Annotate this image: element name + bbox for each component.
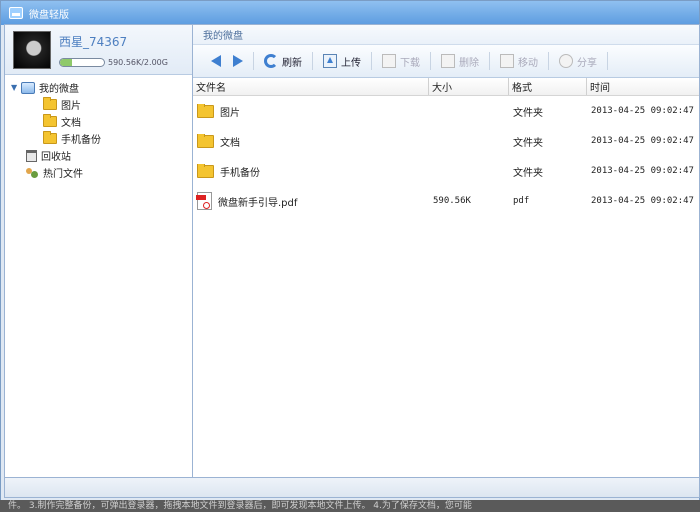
pdf-icon (196, 192, 212, 210)
upload-icon (323, 54, 337, 68)
tree-item-documents[interactable]: 文档 (7, 113, 190, 130)
folder-icon (197, 133, 214, 148)
window-title: 微盘轻版 (29, 9, 69, 21)
arrow-right-icon (233, 55, 243, 67)
quota-fill (60, 58, 73, 66)
share-icon (559, 54, 573, 68)
status-bar (4, 478, 700, 498)
app-logo-icon (9, 7, 23, 19)
left-panel: 西星_74367 590.56K/2.00G ▼ 我的微盘 图片 文档 手机备份… (4, 24, 192, 478)
breadcrumb: 我的微盘 (193, 25, 699, 45)
delete-button[interactable]: 删除 (435, 50, 485, 72)
refresh-icon (264, 54, 278, 68)
quota-row: 590.56K/2.00G (59, 57, 168, 67)
file-name-cell: 图片 (193, 103, 429, 119)
file-format: 文件夹 (513, 167, 543, 179)
download-label: 下载 (400, 57, 420, 69)
tree-label: 热门文件 (43, 169, 83, 180)
file-name-cell: 微盘新手引导.pdf (193, 192, 429, 210)
file-name: 图片 (220, 107, 240, 119)
tree-label: 文档 (61, 118, 81, 129)
trash-icon (26, 149, 37, 162)
table-row[interactable]: 文档 文件夹 2013-04-25 09:02:47 (193, 126, 699, 156)
file-time: 2013-04-25 09:02:47 (591, 166, 694, 176)
download-button[interactable]: 下载 (376, 50, 426, 72)
download-icon (382, 54, 396, 68)
title-bar[interactable]: 微盘轻版 (1, 1, 699, 25)
folder-icon (197, 163, 214, 178)
tree-label: 我的微盘 (39, 84, 79, 95)
quota-text: 590.56K/2.00G (108, 57, 168, 67)
file-format: 文件夹 (513, 107, 543, 119)
file-name-cell: 文档 (193, 133, 429, 149)
share-button[interactable]: 分享 (553, 50, 603, 72)
arrow-left-icon (211, 55, 221, 67)
file-format: 文件夹 (513, 137, 543, 149)
move-icon (500, 54, 514, 68)
toolbar-divider (607, 52, 608, 70)
column-header-format[interactable]: 格式 (509, 78, 587, 95)
tree-item-my-disk[interactable]: ▼ 我的微盘 (7, 79, 190, 96)
folder-icon (43, 114, 57, 127)
column-header-name[interactable]: 文件名 (193, 78, 429, 95)
username[interactable]: 西星_74367 (59, 33, 168, 50)
upload-button[interactable]: 上传 (317, 50, 367, 72)
delete-icon (441, 54, 455, 68)
quota-bar (59, 57, 105, 67)
tree-item-phone-backup[interactable]: 手机备份 (7, 130, 190, 147)
file-name: 微盘新手引导.pdf (218, 197, 298, 209)
refresh-button[interactable]: 刷新 (258, 50, 308, 72)
avatar[interactable] (13, 30, 51, 69)
delete-label: 删除 (459, 57, 479, 69)
list-header: 文件名 大小 格式 时间 (193, 78, 699, 96)
file-size: 590.56K (433, 196, 471, 206)
column-header-size[interactable]: 大小 (429, 78, 509, 95)
table-row[interactable]: 手机备份 文件夹 2013-04-25 09:02:47 (193, 156, 699, 186)
folder-icon (43, 97, 57, 110)
right-panel: 我的微盘 刷新 上传 下载 删除 移动 分享 文件名 大小 格式 时间 图片 文… (192, 24, 700, 478)
file-name-cell: 手机备份 (193, 163, 429, 179)
file-list: 文件名 大小 格式 时间 图片 文件夹 2013-04-25 09:02:47 … (193, 78, 699, 477)
file-time: 2013-04-25 09:02:47 (591, 106, 694, 116)
profile-section: 西星_74367 590.56K/2.00G (5, 25, 192, 75)
tree-item-hot-files[interactable]: 热门文件 (7, 164, 190, 181)
tree-item-recycle-bin[interactable]: 回收站 (7, 147, 190, 164)
toolbar-divider (430, 52, 431, 70)
back-button[interactable] (205, 50, 227, 72)
file-name: 文档 (220, 137, 240, 149)
disk-icon (21, 81, 35, 94)
users-icon (25, 167, 39, 179)
file-time: 2013-04-25 09:02:47 (591, 136, 694, 146)
background-page-text: 件。 3.制作完整备份，可弹出登录器，拖拽本地文件到登录器后，即可发现本地文件上… (0, 500, 700, 512)
toolbar: 刷新 上传 下载 删除 移动 分享 (193, 45, 699, 78)
tree-label: 图片 (61, 101, 81, 112)
toolbar-divider (312, 52, 313, 70)
toolbar-divider (371, 52, 372, 70)
folder-tree: ▼ 我的微盘 图片 文档 手机备份 回收站 热门文件 (5, 75, 192, 185)
folder-icon (197, 103, 214, 118)
toolbar-divider (548, 52, 549, 70)
refresh-label: 刷新 (282, 57, 302, 69)
share-label: 分享 (577, 57, 597, 69)
tree-label: 回收站 (41, 152, 71, 163)
expand-arrow-icon[interactable]: ▼ (11, 83, 21, 92)
toolbar-divider (253, 52, 254, 70)
column-header-time[interactable]: 时间 (587, 78, 699, 95)
forward-button[interactable] (227, 50, 249, 72)
folder-icon (43, 131, 57, 144)
toolbar-divider (489, 52, 490, 70)
file-time: 2013-04-25 09:02:47 (591, 196, 694, 206)
breadcrumb-item[interactable]: 我的微盘 (203, 27, 243, 42)
tree-item-images[interactable]: 图片 (7, 96, 190, 113)
file-format: pdf (513, 196, 530, 206)
file-name: 手机备份 (220, 167, 260, 179)
upload-label: 上传 (341, 57, 361, 69)
main-body: 西星_74367 590.56K/2.00G ▼ 我的微盘 图片 文档 手机备份… (4, 24, 700, 478)
table-row[interactable]: 图片 文件夹 2013-04-25 09:02:47 (193, 96, 699, 126)
profile-info: 西星_74367 590.56K/2.00G (59, 33, 168, 67)
move-label: 移动 (518, 57, 538, 69)
table-row[interactable]: 微盘新手引导.pdf 590.56K pdf 2013-04-25 09:02:… (193, 186, 699, 216)
move-button[interactable]: 移动 (494, 50, 544, 72)
tree-label: 手机备份 (61, 135, 101, 146)
